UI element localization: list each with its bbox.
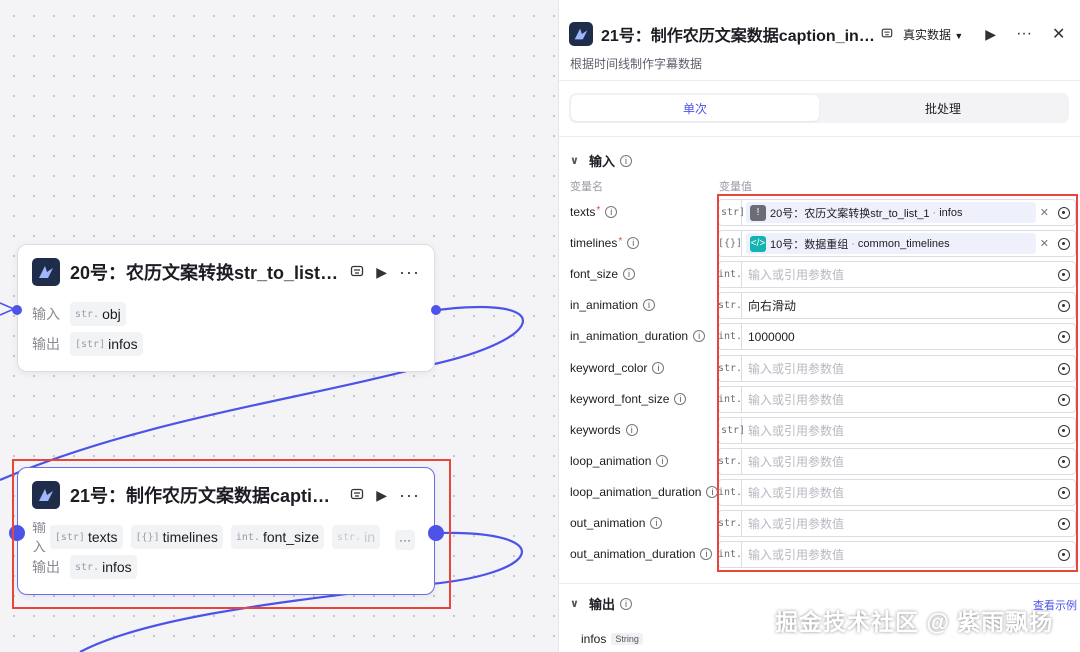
info-icon: i xyxy=(650,517,663,529)
plugin-icon xyxy=(32,258,60,286)
chevron-down-icon: ∨ xyxy=(570,598,579,610)
column-header-value: 变量值 xyxy=(719,181,752,193)
param-name: keyword_font_size i xyxy=(570,392,687,406)
tab-single[interactable]: 单次 xyxy=(571,95,819,121)
output-field: infos String xyxy=(581,632,643,646)
node-20-input-port[interactable] xyxy=(12,305,22,315)
tab-batch[interactable]: 批处理 xyxy=(819,95,1067,121)
panel-title: 21号：制作农历文案数据caption_infos xyxy=(601,28,877,45)
column-header-name: 变量名 xyxy=(570,181,603,193)
output-section-header[interactable]: ∨ 输出 i xyxy=(570,594,632,613)
node-20-output-port[interactable] xyxy=(431,305,441,315)
chevron-down-icon: ▼ xyxy=(954,30,964,41)
run-icon[interactable]: ▶ xyxy=(376,264,387,281)
debug-icon[interactable] xyxy=(881,26,893,42)
divider xyxy=(559,583,1080,584)
run-icon[interactable]: ▶ xyxy=(985,26,996,43)
info-icon: i xyxy=(619,154,632,167)
param-name: out_animation i xyxy=(570,516,663,530)
more-icon[interactable]: ··· xyxy=(1016,25,1032,43)
panel-description: 根据时间线制作字幕数据 xyxy=(570,57,703,71)
info-icon: i xyxy=(627,237,640,249)
workflow-canvas[interactable]: 20号：农历文案转换str_to_list_1 ▶ ··· 输入 str. obj… xyxy=(0,0,558,652)
highlight-box xyxy=(717,194,1078,572)
data-mode-dropdown[interactable]: 真实数据 ▼ xyxy=(903,26,963,43)
param-name: in_animation_duration i xyxy=(570,329,706,343)
divider xyxy=(559,80,1080,81)
info-icon: i xyxy=(605,206,618,218)
param-name: keyword_color i xyxy=(570,361,665,375)
plugin-icon xyxy=(569,22,593,46)
watermark: 掘金技术社区 @ 紫雨飘扬 xyxy=(775,609,1054,635)
param-name: loop_animation i xyxy=(570,454,669,468)
divider xyxy=(559,136,1080,137)
info-icon: i xyxy=(656,455,669,467)
node-title: 20号：农历文案转换str_to_list_1 xyxy=(70,263,339,283)
output-param: [str] infos xyxy=(70,332,143,356)
input-section-header[interactable]: ∨ 输入 i xyxy=(570,151,632,170)
info-icon: i xyxy=(700,548,713,560)
param-name: keywords i xyxy=(570,423,638,437)
param-name: timelines * i xyxy=(570,236,640,250)
more-icon[interactable]: ··· xyxy=(399,262,420,283)
param-name: in_animation i xyxy=(570,298,656,312)
output-label: 输出 xyxy=(32,336,60,352)
input-label: 输入 xyxy=(32,306,60,322)
info-icon: i xyxy=(625,424,638,436)
param-name: font_size i xyxy=(570,267,636,281)
node-20[interactable]: 20号：农历文案转换str_to_list_1 ▶ ··· 输入 str. obj… xyxy=(17,244,435,372)
param-name: out_animation_duration i xyxy=(570,547,713,561)
debug-icon[interactable] xyxy=(350,264,364,281)
param-name: texts * i xyxy=(570,205,618,219)
info-icon: i xyxy=(623,268,636,280)
param-name: loop_animation_duration i xyxy=(570,485,719,499)
run-mode-tabs: 单次 批处理 xyxy=(569,93,1069,123)
chevron-down-icon: ∨ xyxy=(570,155,579,167)
info-icon: i xyxy=(674,393,687,405)
info-icon: i xyxy=(693,330,706,342)
info-icon: i xyxy=(619,597,632,610)
highlight-box xyxy=(12,459,451,609)
info-icon: i xyxy=(652,362,665,374)
input-param: str. obj xyxy=(70,302,126,326)
type-badge: String xyxy=(611,633,643,645)
info-icon: i xyxy=(643,299,656,311)
close-icon[interactable]: ✕ xyxy=(1052,24,1065,44)
node-config-panel: 21号：制作农历文案数据caption_infos 真实数据 ▼ ▶ ··· ✕… xyxy=(558,0,1080,652)
